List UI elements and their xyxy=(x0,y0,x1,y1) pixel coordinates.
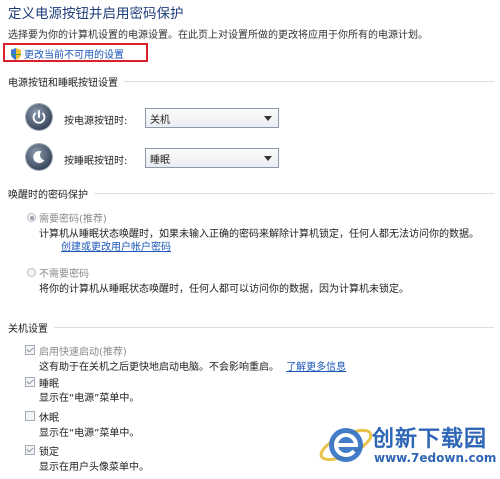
site-watermark: 创新下载园 www.7edown.com xyxy=(316,415,496,473)
create-password-link[interactable]: 创建或更改用户帐户密码 xyxy=(61,242,171,253)
uac-shield-icon xyxy=(11,47,21,60)
require-password-radio[interactable] xyxy=(27,213,36,222)
power-section-title: 电源按钮和睡眠按钮设置 xyxy=(8,78,118,89)
watermark-url: www.7edown.com xyxy=(374,451,497,465)
sleep-button-value: 睡眠 xyxy=(150,154,170,166)
fast-startup-desc: 这有助于在关机之后更快地启动电脑。不会影响重启。 xyxy=(39,362,279,373)
lock-checkbox[interactable] xyxy=(25,445,35,455)
lock-label: 锁定 xyxy=(39,447,59,458)
change-settings-label: 更改当前不可用的设置 xyxy=(24,50,124,61)
learn-more-link[interactable]: 了解更多信息 xyxy=(286,362,346,373)
sleep-desc: 显示在“电源”菜单中。 xyxy=(39,393,140,404)
wake-section-heading: 唤醒时的密码保护 xyxy=(8,186,494,201)
check-icon xyxy=(26,345,34,353)
page-title: 定义电源按钮并启用密码保护 xyxy=(8,6,184,22)
power-button-icon xyxy=(26,104,52,130)
sleep-label: 睡眠 xyxy=(39,379,59,390)
require-password-label: 需要密码(推荐) xyxy=(39,214,107,225)
hibernate-desc: 显示在“电源”菜单中。 xyxy=(39,428,140,439)
watermark-brand: 创新下载园 xyxy=(372,426,488,452)
lock-desc: 显示在用户头像菜单中。 xyxy=(39,462,149,473)
divider xyxy=(94,193,494,194)
fast-startup-desc-row: 这有助于在关机之后更快地启动电脑。不会影响重启。 了解更多信息 xyxy=(39,358,346,373)
power-section-heading: 电源按钮和睡眠按钮设置 xyxy=(8,74,494,89)
check-icon xyxy=(26,445,34,453)
sleep-button-label: 按睡眠按钮时: xyxy=(64,156,128,167)
radio-dot xyxy=(29,215,34,220)
power-button-select[interactable]: 关机 xyxy=(145,108,279,128)
chevron-down-icon xyxy=(264,115,272,121)
power-button-label: 按电源按钮时: xyxy=(64,116,128,127)
no-password-desc: 将你的计算机从睡眠状态唤醒时，任何人都可以访问你的数据，因为计算机未锁定。 xyxy=(39,284,409,295)
no-password-label: 不需要密码 xyxy=(39,269,89,280)
shutdown-section-heading: 关机设置 xyxy=(8,320,494,335)
shutdown-section-title: 关机设置 xyxy=(8,324,48,335)
sleep-button-select[interactable]: 睡眠 xyxy=(145,148,279,168)
sleep-button-icon xyxy=(26,144,52,170)
sleep-checkbox[interactable] xyxy=(25,377,35,387)
chevron-down-icon xyxy=(264,155,272,161)
hibernate-checkbox[interactable] xyxy=(25,411,35,421)
fast-startup-checkbox[interactable] xyxy=(25,345,35,355)
change-settings-link[interactable]: 更改当前不可用的设置 xyxy=(11,46,124,61)
divider xyxy=(54,327,494,328)
page-subtitle: 选择要为你的计算机设置的电源设置。在此页上对设置所做的更改将应用于你所有的电源计… xyxy=(8,30,428,41)
wake-section-title: 唤醒时的密码保护 xyxy=(8,190,88,201)
no-password-radio[interactable] xyxy=(27,268,36,277)
fast-startup-label: 启用快速启动(推荐) xyxy=(39,347,127,358)
hibernate-label: 休眠 xyxy=(39,413,59,424)
power-button-value: 关机 xyxy=(150,114,170,126)
check-icon xyxy=(26,377,34,385)
divider xyxy=(124,81,494,82)
ie-logo-icon xyxy=(319,428,373,462)
